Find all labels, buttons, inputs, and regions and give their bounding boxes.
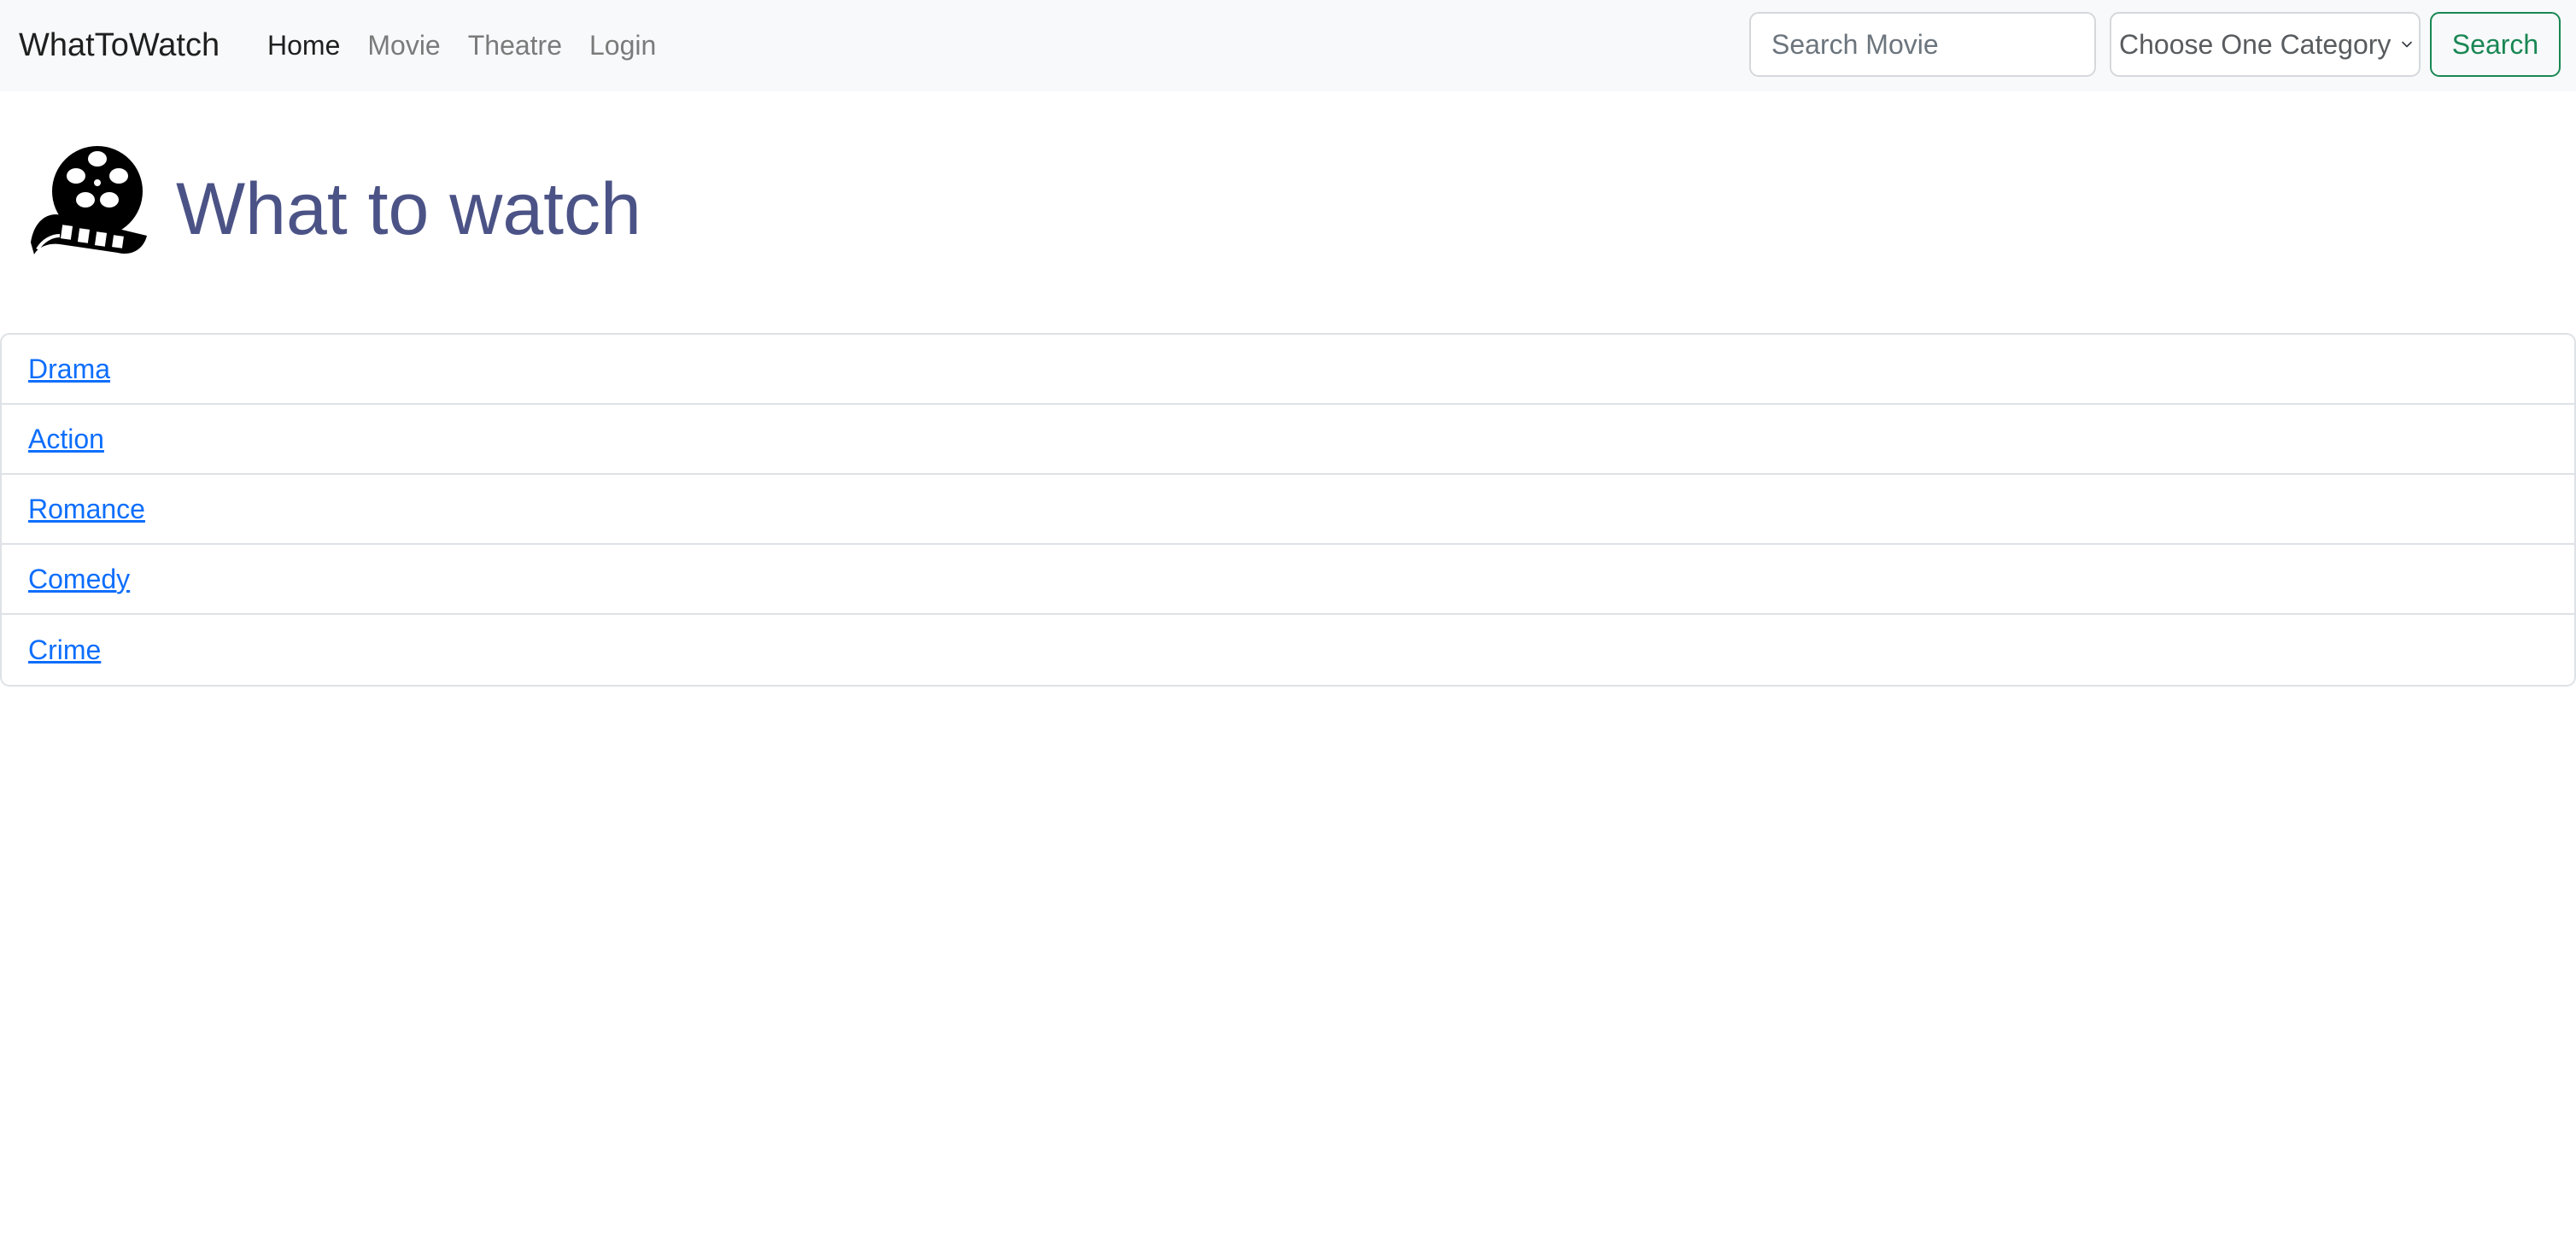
category-select[interactable]: Choose One Category bbox=[2110, 12, 2421, 77]
search-movie-input[interactable] bbox=[1749, 12, 2096, 77]
category-select-value: Choose One Category bbox=[2119, 29, 2392, 60]
list-item: Crime bbox=[2, 615, 2574, 685]
category-link-crime[interactable]: Crime bbox=[28, 634, 101, 666]
nav-link-home[interactable]: Home bbox=[267, 25, 340, 66]
search-button[interactable]: Search bbox=[2430, 12, 2561, 77]
nav-link-theatre[interactable]: Theatre bbox=[468, 25, 562, 66]
category-link-action[interactable]: Action bbox=[28, 424, 104, 455]
category-link-comedy[interactable]: Comedy bbox=[28, 564, 130, 595]
list-item: Comedy bbox=[2, 545, 2574, 615]
list-item: Action bbox=[2, 405, 2574, 475]
category-link-drama[interactable]: Drama bbox=[28, 354, 110, 385]
category-list: Drama Action Romance Comedy Crime bbox=[0, 333, 2576, 687]
category-link-romance[interactable]: Romance bbox=[28, 494, 145, 525]
nav-link-login[interactable]: Login bbox=[589, 25, 656, 66]
nav-link-movie[interactable]: Movie bbox=[367, 25, 440, 66]
brand-link[interactable]: WhatToWatch bbox=[19, 23, 220, 67]
list-item: Romance bbox=[2, 475, 2574, 545]
navbar: WhatToWatch Home Movie Theatre Login Cho… bbox=[0, 0, 2576, 91]
nav-links: Home Movie Theatre Login bbox=[267, 25, 656, 66]
page-title: What to watch bbox=[176, 168, 641, 250]
list-item: Drama bbox=[2, 335, 2574, 405]
film-reel-icon bbox=[31, 146, 147, 254]
chevron-down-icon bbox=[2402, 41, 2412, 48]
